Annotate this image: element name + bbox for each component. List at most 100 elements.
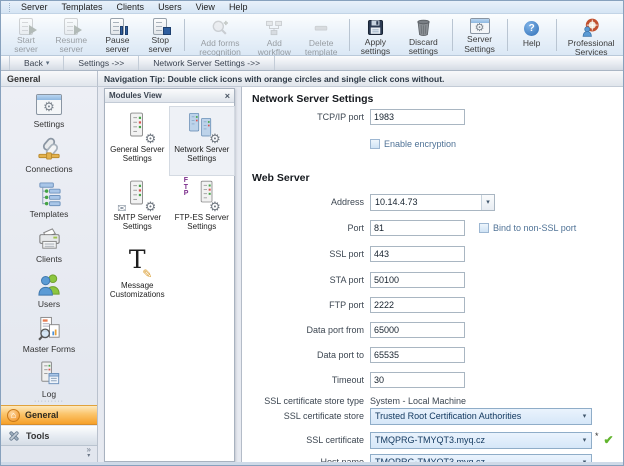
modules-grid-empty-cell [170, 243, 235, 311]
sta-port-input[interactable] [370, 272, 465, 288]
valid-check-icon: ✔ [604, 433, 614, 447]
add-forms-recognition-button: Add forms recognition [188, 16, 252, 54]
chain-link-icon [36, 135, 63, 163]
discard-settings-button[interactable]: Discard settings [398, 16, 448, 54]
sidebar-item-connections[interactable]: Connections [1, 132, 97, 177]
stop-server-icon [148, 18, 172, 35]
enable-encryption-checkbox[interactable] [370, 139, 380, 149]
resume-server-button: Resume server [47, 16, 96, 54]
breadcrumb-network-server-settings[interactable]: Network Server Settings ->> [139, 56, 275, 70]
tcp-ip-port-input[interactable] [370, 109, 465, 125]
log-icon [36, 360, 63, 388]
ftp-port-label: FTP port [252, 300, 364, 310]
menu-bar: Server Templates Clients Users View Help [1, 1, 624, 14]
sidebar-item-users[interactable]: Users [1, 267, 97, 312]
left-panel-header: General [1, 71, 98, 87]
resume-server-icon [59, 18, 83, 35]
nav-pane-general[interactable]: ⌂ General [1, 405, 97, 425]
chevron-down-icon[interactable]: ▾ [578, 433, 591, 448]
close-icon[interactable]: × [225, 91, 230, 101]
menu-view[interactable]: View [189, 2, 222, 12]
menu-users[interactable]: Users [151, 2, 189, 12]
server-settings-button[interactable]: ⚙ Server Settings [455, 16, 504, 54]
cert-store-type-value: System - Local Machine [370, 396, 466, 406]
ssl-certificate-combo[interactable]: TMQPRG-TMYQT3.myq.cz ▾ [370, 432, 592, 449]
toolbar-separator [556, 19, 557, 51]
timeout-input[interactable] [370, 372, 465, 388]
chevron-down-icon[interactable]: ▾ [578, 409, 591, 424]
tcp-ip-port-label: TCP/IP port [252, 112, 364, 122]
enable-encryption-label: Enable encryption [384, 139, 456, 149]
professional-services-button[interactable]: Professional Services [559, 16, 623, 54]
pause-server-button[interactable]: Pause server [96, 16, 140, 54]
ftp-server-gear-icon: FTP ⚙ [184, 179, 220, 211]
module-network-server-settings[interactable]: ⚙ Network Server Settings [170, 107, 235, 175]
modules-grid: ⚙ General Server Settings ⚙ Network Serv… [105, 103, 234, 311]
sidebar-item-templates[interactable]: Templates [1, 177, 97, 222]
chevron-down-icon[interactable]: ▾ [481, 195, 494, 210]
cert-store-label: SSL certificate store [252, 411, 364, 421]
sidebar-item-log[interactable]: Log [1, 357, 97, 402]
tree-icon [36, 180, 63, 208]
menu-templates[interactable]: Templates [55, 2, 110, 12]
ssl-certificate-label: SSL certificate [252, 435, 364, 445]
menu-clients[interactable]: Clients [110, 2, 152, 12]
cert-store-combo[interactable]: Trusted Root Certification Authorities ▾ [370, 408, 592, 425]
settings-icon: ⚙ [36, 90, 62, 118]
nav-pane-tools[interactable]: Tools [1, 426, 97, 446]
menu-grip [9, 3, 12, 12]
port-input[interactable] [370, 220, 465, 236]
pause-server-icon [105, 18, 129, 35]
add-forms-recognition-icon [208, 18, 232, 38]
data-port-to-input[interactable] [370, 347, 465, 363]
splitter-grip[interactable]: ········· [1, 399, 97, 404]
sidebar-item-master-forms[interactable]: Master Forms [1, 312, 97, 357]
port-label: Port [252, 223, 364, 233]
toolbar-separator [349, 19, 350, 51]
delete-template-button: Delete template [296, 16, 346, 54]
trash-icon [411, 18, 435, 37]
toolbar-separator [507, 19, 508, 51]
sidebar: ⚙ Settings Connections Templates Clients… [1, 87, 98, 466]
data-port-to-label: Data port to [252, 350, 364, 360]
nav-pane-options-button[interactable]: » ▾ [87, 447, 91, 459]
navigation-tip: Navigation Tip: Double click icons with … [98, 71, 624, 87]
window-bottom-edge [1, 462, 623, 465]
stop-server-button[interactable]: Stop server [139, 16, 181, 54]
printer-icon [36, 225, 63, 253]
ftp-port-input[interactable] [370, 297, 465, 313]
address-label: Address [252, 197, 364, 207]
sidebar-item-settings[interactable]: ⚙ Settings [1, 87, 97, 132]
network-servers-gear-icon: ⚙ [184, 111, 220, 143]
sta-port-label: STA port [252, 275, 364, 285]
apply-settings-button[interactable]: Apply settings [353, 16, 399, 54]
back-button[interactable]: Back ▾ [9, 56, 64, 70]
ssl-port-input[interactable] [370, 246, 465, 262]
timeout-label: Timeout [252, 375, 364, 385]
toolbar-separator [184, 19, 185, 51]
help-button[interactable]: ? Help [511, 16, 553, 54]
menu-server[interactable]: Server [14, 2, 55, 12]
module-message-customizations[interactable]: T ✎ Message Customizations [105, 243, 170, 311]
bind-non-ssl-label: Bind to non-SSL port [493, 223, 576, 233]
section-title-web-server: Web Server [252, 172, 310, 184]
modules-view-header[interactable]: Modules View × [105, 89, 234, 103]
letter-t-pencil-icon: T ✎ [119, 247, 155, 279]
server-gear-icon: ⚙ [119, 111, 155, 143]
bind-non-ssl-checkbox[interactable] [479, 223, 489, 233]
application-window: Server Templates Clients Users View Help… [0, 0, 624, 466]
start-server-icon [14, 18, 38, 35]
ssl-port-label: SSL port [252, 249, 364, 259]
sidebar-item-clients[interactable]: Clients [1, 222, 97, 267]
menu-help[interactable]: Help [222, 2, 255, 12]
breadcrumb-settings[interactable]: Settings ->> [64, 56, 139, 70]
documents-magnifier-icon [36, 315, 63, 343]
module-general-server-settings[interactable]: ⚙ General Server Settings [105, 107, 170, 175]
users-icon [36, 270, 63, 298]
address-combo[interactable]: 10.14.4.73 ▾ [370, 194, 495, 211]
module-ftp-es-server-settings[interactable]: FTP ⚙ FTP-ES Server Settings [170, 175, 235, 243]
data-port-from-input[interactable] [370, 322, 465, 338]
modules-view-panel: Modules View × ⚙ General Server Settings… [104, 88, 235, 462]
module-smtp-server-settings[interactable]: ✉ ⚙ SMTP Server Settings [105, 175, 170, 243]
tools-icon [7, 429, 21, 443]
